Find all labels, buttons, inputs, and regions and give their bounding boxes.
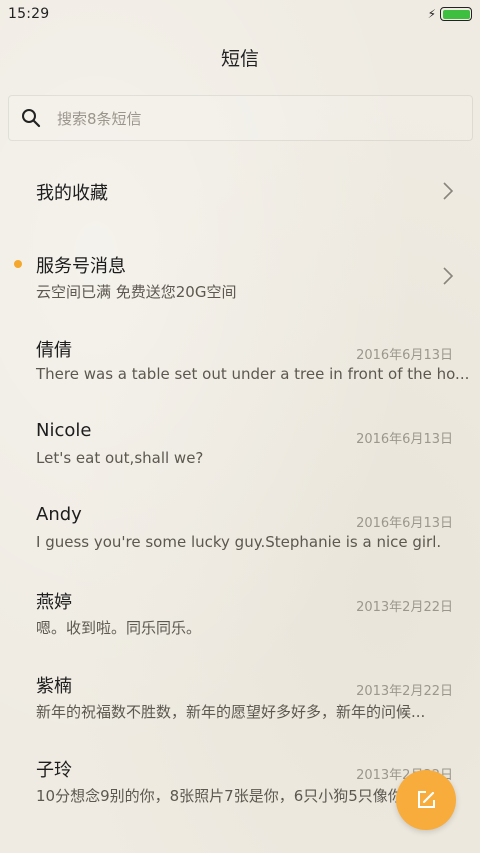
conversation-preview: 云空间已满 免费送您20G空间	[36, 283, 237, 301]
status-time: 15:29	[8, 6, 50, 22]
conversation-name: 倩倩	[36, 340, 72, 361]
conversation-name: 子玲	[36, 760, 72, 781]
conversation-item[interactable]: Andy 2016年6月13日 I guess you're some luck…	[0, 490, 480, 570]
conversation-item[interactable]: 紫楠 2013年2月22日 新年的祝福数不胜数，新年的愿望好多好多，新年的问候.…	[0, 658, 480, 738]
battery-icon	[440, 7, 472, 21]
conversation-date: 2013年2月22日	[356, 684, 453, 699]
service-messages-item[interactable]: 服务号消息 云空间已满 免费送您20G空间	[0, 238, 480, 310]
conversation-preview: 新年的祝福数不胜数，新年的愿望好多好多，新年的问候...	[36, 703, 426, 721]
conversation-name: 服务号消息	[36, 256, 126, 277]
conversation-preview: Let's eat out,shall we?	[36, 449, 204, 467]
conversation-name: Andy	[36, 504, 82, 525]
search-placeholder: 搜索8条短信	[57, 109, 142, 128]
compose-icon	[418, 791, 435, 808]
unread-dot	[14, 260, 22, 268]
battery-level	[442, 9, 470, 19]
conversation-date: 2016年6月13日	[356, 516, 453, 531]
chevron-right-icon	[443, 267, 454, 285]
conversation-name: 燕婷	[36, 592, 72, 613]
conversation-item[interactable]: Nicole 2016年6月13日 Let's eat out,shall we…	[0, 406, 480, 486]
conversation-preview: There was a table set out under a tree i…	[36, 365, 470, 383]
conversation-date: 2016年6月13日	[356, 348, 453, 363]
page-title: 短信	[220, 48, 259, 70]
conversation-preview: 10分想念9别的你，8张照片7张是你，6只小狗5只像你...	[36, 787, 418, 805]
compose-button[interactable]	[396, 770, 456, 830]
search-input[interactable]: 搜索8条短信	[8, 95, 473, 141]
favorites-label: 我的收藏	[36, 183, 108, 204]
conversation-preview: I guess you're some lucky guy.Stephanie …	[36, 533, 442, 551]
chevron-right-icon	[443, 182, 454, 200]
conversation-item[interactable]: 燕婷 2013年2月22日 嗯。收到啦。同乐同乐。	[0, 574, 480, 654]
conversation-preview: 嗯。收到啦。同乐同乐。	[36, 619, 202, 637]
conversation-date: 2016年6月13日	[356, 432, 453, 447]
status-icons: ⚡	[428, 7, 472, 21]
conversation-item[interactable]: 倩倩 2016年6月13日 There was a table set out …	[0, 322, 480, 402]
favorites-item[interactable]: 我的收藏	[0, 160, 480, 224]
conversation-date: 2013年2月22日	[356, 600, 453, 615]
status-bar: 15:29 ⚡	[0, 0, 480, 28]
search-icon	[21, 107, 43, 129]
charging-bolt-icon: ⚡	[427, 7, 436, 21]
conversation-name: 紫楠	[36, 676, 72, 697]
conversation-name: Nicole	[36, 420, 92, 441]
